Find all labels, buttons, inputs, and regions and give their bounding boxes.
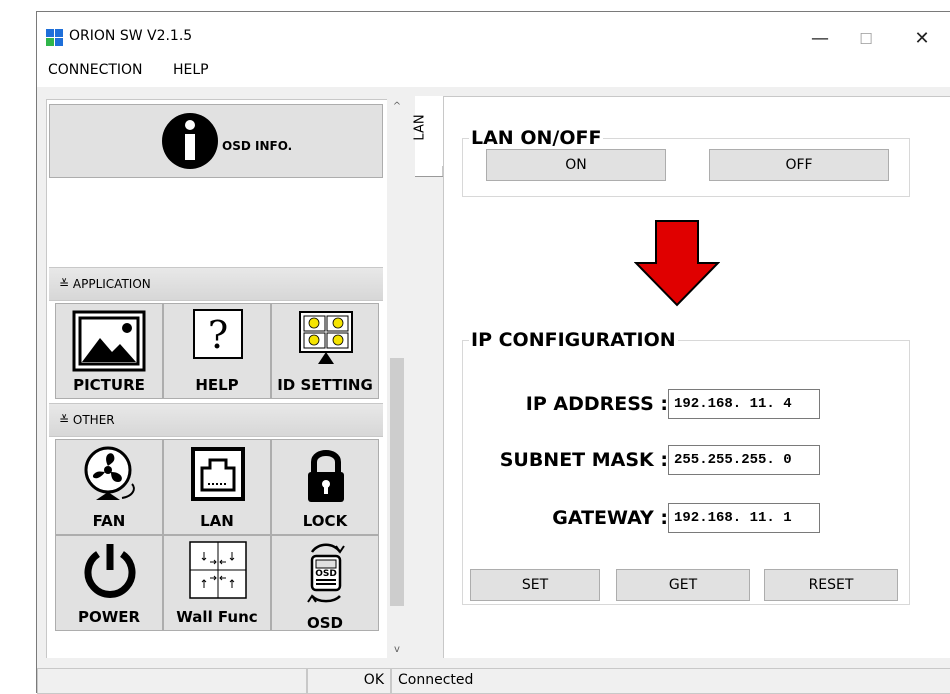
picture-button[interactable]: PICTURE	[55, 303, 163, 399]
osd-label: OSD	[306, 614, 343, 632]
lan-label: LAN	[200, 512, 234, 530]
ip-address-field[interactable]: 192.168. 11. 4	[668, 389, 820, 419]
status-connection: Connected	[391, 668, 950, 694]
lan-settings-panel: LAN ON/OFF ON OFF IP CONFIGURATION IP AD…	[443, 96, 950, 666]
help-icon: ?	[193, 309, 243, 359]
gateway-field[interactable]: 192.168. 11. 1	[668, 503, 820, 533]
info-icon	[162, 113, 218, 169]
section-application-label: APPLICATION	[72, 277, 151, 291]
lock-label: LOCK	[302, 512, 348, 530]
tab-divider	[415, 176, 443, 177]
picture-label: PICTURE	[73, 376, 145, 394]
reset-button[interactable]: RESET	[764, 569, 898, 601]
maximize-button[interactable]: ☐	[843, 24, 889, 54]
lan-on-button[interactable]: ON	[486, 149, 666, 181]
status-ok: OK	[307, 668, 391, 694]
app-logo-icon	[46, 29, 64, 47]
ip-config-title: IP CONFIGURATION	[471, 329, 676, 351]
power-icon	[84, 544, 136, 598]
lock-icon	[308, 450, 344, 502]
gateway-label: GATEWAY :	[552, 507, 668, 529]
lan-off-button[interactable]: OFF	[709, 149, 889, 181]
tab-lan[interactable]: LAN	[412, 96, 443, 166]
power-label: POWER	[77, 608, 141, 626]
subnet-mask-label: SUBNET MASK :	[499, 449, 668, 471]
minimize-button[interactable]: —	[797, 24, 843, 54]
title-bar: ORION SW V2.1.5 — ☐ ✕	[37, 12, 950, 55]
app-window: ORION SW V2.1.5 — ☐ ✕ CONNECTION HELP OS…	[36, 11, 950, 694]
subnet-mask-field[interactable]: 255.255.255. 0	[668, 445, 820, 475]
picture-icon	[72, 310, 146, 372]
wall-func-label: Wall Func	[176, 608, 258, 626]
lan-button[interactable]: LAN	[163, 439, 271, 535]
id-setting-label: ID SETTING	[277, 376, 373, 394]
section-other-label: OTHER	[72, 413, 115, 427]
help-button[interactable]: ? HELP	[163, 303, 271, 399]
chevron-down-icon: ≚	[59, 413, 70, 427]
ip-address-label: IP ADDRESS :	[525, 393, 668, 415]
osd-info-button[interactable]: OSD INFO.	[49, 104, 383, 178]
menu-connection[interactable]: CONNECTION	[48, 62, 143, 78]
lan-onoff-title: LAN ON/OFF	[471, 127, 602, 149]
status-cell-1	[37, 668, 307, 694]
id-setting-icon	[299, 311, 353, 364]
scrollbar-thumb[interactable]	[390, 358, 404, 606]
menu-help[interactable]: HELP	[173, 62, 209, 78]
set-button[interactable]: SET	[470, 569, 600, 601]
lock-button[interactable]: LOCK	[271, 439, 379, 535]
help-label: HELP	[195, 376, 239, 394]
tab-strip: LAN	[412, 96, 443, 176]
fan-icon	[84, 446, 135, 500]
scroll-down-icon[interactable]: v	[387, 641, 407, 659]
svg-text:?: ?	[208, 313, 228, 357]
tab-lan-label: LAN	[412, 114, 428, 141]
wall-func-button[interactable]: Wall Func	[163, 535, 271, 631]
arrow-down-icon	[634, 220, 720, 307]
menu-bar: CONNECTION HELP	[37, 55, 950, 87]
osd-info-label: OSD INFO.	[222, 139, 293, 153]
svg-text:OSD: OSD	[315, 569, 337, 579]
chevron-down-icon: ≚	[59, 277, 70, 291]
lan-port-icon	[191, 447, 245, 501]
status-bar: OK Connected	[37, 658, 950, 694]
power-button[interactable]: POWER	[55, 535, 163, 631]
fan-label: FAN	[92, 512, 126, 530]
section-other[interactable]: ≚ OTHER	[49, 403, 383, 437]
close-button[interactable]: ✕	[899, 24, 945, 54]
osd-icon: OSD	[307, 543, 345, 603]
video-wall-icon	[189, 541, 247, 599]
sidebar-scrollbar[interactable]: ^ v	[387, 96, 407, 659]
osd-button[interactable]: OSD OSD	[271, 535, 379, 632]
section-application[interactable]: ≚ APPLICATION	[49, 267, 383, 301]
get-button[interactable]: GET	[616, 569, 750, 601]
scroll-up-icon[interactable]: ^	[387, 98, 407, 116]
fan-button[interactable]: FAN	[55, 439, 163, 535]
window-title: ORION SW V2.1.5	[69, 28, 193, 44]
id-setting-button[interactable]: ID SETTING	[271, 303, 379, 399]
